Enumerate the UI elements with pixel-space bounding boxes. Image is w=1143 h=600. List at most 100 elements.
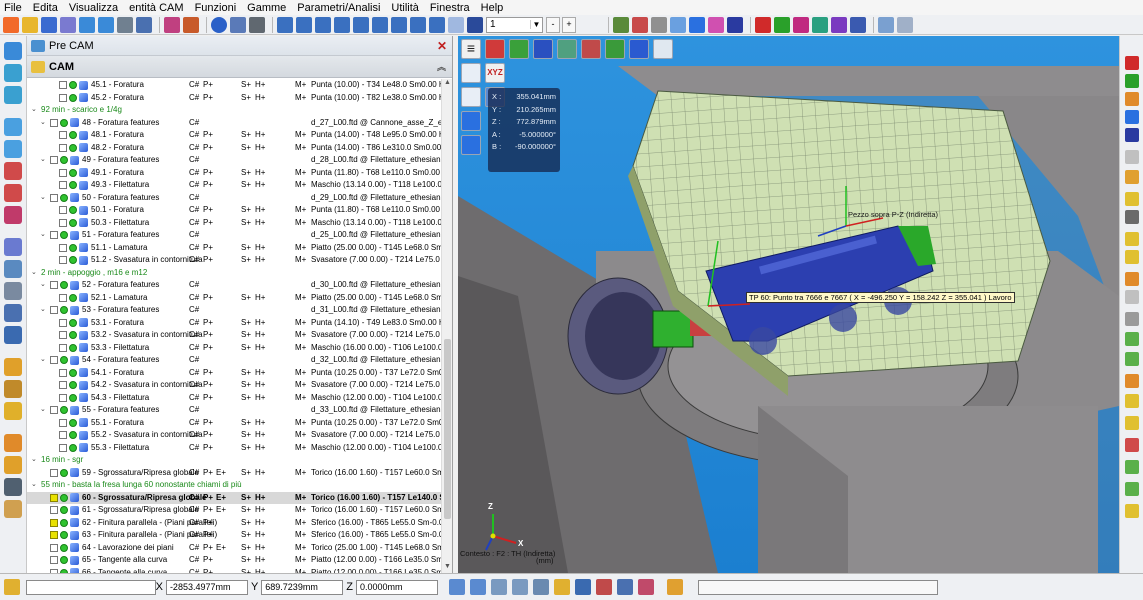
row-checkbox[interactable] — [50, 356, 58, 364]
group-row[interactable]: ⌄ 16 min - sgr — [27, 454, 441, 467]
row-checkbox[interactable] — [59, 418, 67, 427]
menu-item-8[interactable]: Finestra — [430, 2, 470, 14]
row-checkbox[interactable] — [59, 243, 67, 252]
row-checkbox[interactable] — [50, 156, 58, 164]
cube-red-icon[interactable] — [1125, 56, 1139, 70]
open-folder-icon[interactable] — [22, 16, 38, 33]
arc-icon[interactable] — [1125, 232, 1139, 246]
table-icon[interactable] — [617, 579, 634, 595]
operation-row[interactable]: 63 - Finitura parallela - (Piani paralle… — [27, 529, 441, 542]
group-row[interactable]: ⌄ 55 min - basta la fresa lunga 60 nonost… — [27, 479, 441, 492]
menu-item-6[interactable]: Parametri/Analisi — [297, 2, 380, 14]
tools-icon[interactable] — [467, 16, 483, 33]
row-checkbox[interactable] — [50, 556, 58, 564]
view-icon[interactable] — [410, 16, 426, 33]
render-icon[interactable] — [878, 16, 894, 33]
view-right-icon[interactable] — [605, 39, 625, 59]
row-checkbox[interactable] — [50, 506, 58, 514]
input-combo[interactable] — [26, 579, 156, 595]
blue-cube-2-icon[interactable] — [461, 135, 481, 155]
cube-blue-icon[interactable] — [689, 16, 705, 33]
operation-row[interactable]: 53.2 - Svasatura in contornitura C# P+ S+ H+… — [27, 329, 441, 342]
post-icon[interactable] — [4, 326, 22, 344]
cube-teal-icon[interactable] — [812, 16, 828, 33]
expand-toggle-icon[interactable]: ⌄ — [40, 304, 46, 317]
zoom-window-icon[interactable] — [277, 16, 293, 33]
report-icon[interactable] — [638, 579, 655, 595]
fillet-icon[interactable] — [1125, 394, 1139, 408]
operation-row[interactable]: 54.1 - Foratura C# P+ S+ H+ M+ Punta (10.25 0.… — [27, 367, 441, 380]
z-coordinate-field[interactable]: 0.0000mm — [356, 579, 439, 595]
info-icon[interactable] — [575, 579, 592, 595]
expand-toggle-icon[interactable]: ⌄ — [31, 454, 37, 467]
operation-row[interactable]: 54.2 - Svasatura in contornitura C# P+ S+ H+… — [27, 379, 441, 392]
x-coordinate-field[interactable]: -2853.4977mm — [165, 579, 248, 595]
pencil-icon[interactable] — [4, 579, 20, 595]
operation-row[interactable]: 50.3 - Filettatura C# P+ S+ H+ M+ Maschio (13.… — [27, 217, 441, 230]
tools-icon[interactable] — [667, 579, 684, 595]
scroll-down-icon[interactable]: ▼ — [442, 563, 453, 573]
cube-pink-icon[interactable] — [708, 16, 724, 33]
operation-row[interactable]: ⌄ 50 - Foratura features C# d_29_L00.ftd @ … — [27, 192, 441, 205]
axes-icon[interactable] — [632, 16, 648, 33]
operation-row[interactable]: 51.1 - Lamatura C# P+ S+ H+ M+ Piatto (25.00 0… — [27, 242, 441, 255]
link-icon[interactable] — [4, 402, 22, 420]
y-coordinate-field[interactable]: 689.7239mm — [261, 579, 344, 595]
row-checkbox[interactable] — [59, 381, 67, 389]
operation-row[interactable]: ⌄ 49 - Foratura features C# d_28_L00.ftd @ … — [27, 154, 441, 167]
paint-icon[interactable] — [4, 456, 22, 474]
row-checkbox[interactable] — [59, 443, 67, 452]
pocket-icon[interactable] — [4, 162, 22, 180]
fixture-icon[interactable] — [651, 16, 667, 33]
cube-navy-icon[interactable] — [1125, 128, 1139, 142]
snap-icon[interactable] — [183, 16, 199, 33]
expand-toggle-icon[interactable]: ⌄ — [40, 154, 46, 167]
ellipse-icon[interactable] — [1125, 290, 1139, 304]
view-combo[interactable]: 1 ▼ — [486, 16, 543, 33]
cube-green-icon[interactable] — [1125, 74, 1139, 88]
transform-icon[interactable] — [1125, 504, 1139, 518]
row-checkbox[interactable] — [50, 468, 58, 477]
expand-toggle-icon[interactable]: ⌄ — [31, 104, 37, 117]
edit-icon[interactable] — [60, 16, 76, 33]
array-icon[interactable] — [1125, 460, 1139, 474]
expand-toggle-icon[interactable]: ⌄ — [40, 279, 46, 292]
measure-icon[interactable] — [1125, 150, 1139, 164]
pan-icon[interactable] — [315, 16, 331, 33]
machine-icon[interactable] — [4, 86, 22, 104]
tangent-icon[interactable] — [1125, 250, 1139, 264]
cube-magenta-icon[interactable] — [793, 16, 809, 33]
menu-item-3[interactable]: entità CAM — [129, 2, 183, 14]
row-checkbox[interactable] — [59, 131, 67, 139]
operation-row[interactable]: 55.3 - Filettatura C# P+ S+ H+ M+ Maschio (12.… — [27, 442, 441, 455]
extend-icon[interactable] — [1125, 374, 1139, 388]
expand-toggle-icon[interactable]: ⌄ — [40, 117, 46, 130]
row-checkbox[interactable] — [59, 293, 67, 302]
row-checkbox[interactable] — [59, 431, 67, 439]
eraser-icon[interactable] — [897, 16, 913, 33]
chart-icon[interactable] — [596, 579, 613, 595]
operation-row[interactable]: 48.1 - Foratura C# P+ S+ H+ M+ Punta (14.00) -… — [27, 129, 441, 142]
menu-item-0[interactable]: File — [4, 2, 22, 14]
expand-toggle-icon[interactable]: ⌄ — [31, 479, 37, 492]
profile-icon[interactable] — [4, 184, 22, 202]
expand-toggle-icon[interactable]: ⌄ — [31, 267, 37, 280]
surface-icon[interactable] — [4, 206, 22, 224]
pencil-icon[interactable] — [1125, 192, 1139, 206]
row-checkbox[interactable] — [59, 331, 67, 339]
sphere-icon[interactable] — [211, 16, 227, 33]
operation-row[interactable]: ⌄ 48 - Foratura features C# d_27_L00.ftd @ … — [27, 117, 441, 130]
snap-mid-icon[interactable] — [491, 579, 508, 595]
cube-orange-icon[interactable] — [1125, 92, 1139, 106]
fit-icon[interactable] — [429, 16, 445, 33]
row-checkbox[interactable] — [59, 143, 67, 152]
row-checkbox[interactable] — [59, 343, 67, 352]
menu-item-1[interactable]: Edita — [33, 2, 58, 14]
view-iso-icon[interactable] — [629, 39, 649, 59]
measure-icon[interactable] — [4, 434, 22, 452]
row-checkbox[interactable] — [50, 406, 58, 414]
row-checkbox[interactable] — [59, 93, 67, 102]
grid-icon[interactable] — [117, 16, 133, 33]
cube-purple-icon[interactable] — [831, 16, 847, 33]
group-row[interactable]: ⌄ 2 min - appoggio , m16 e m12 — [27, 267, 441, 280]
